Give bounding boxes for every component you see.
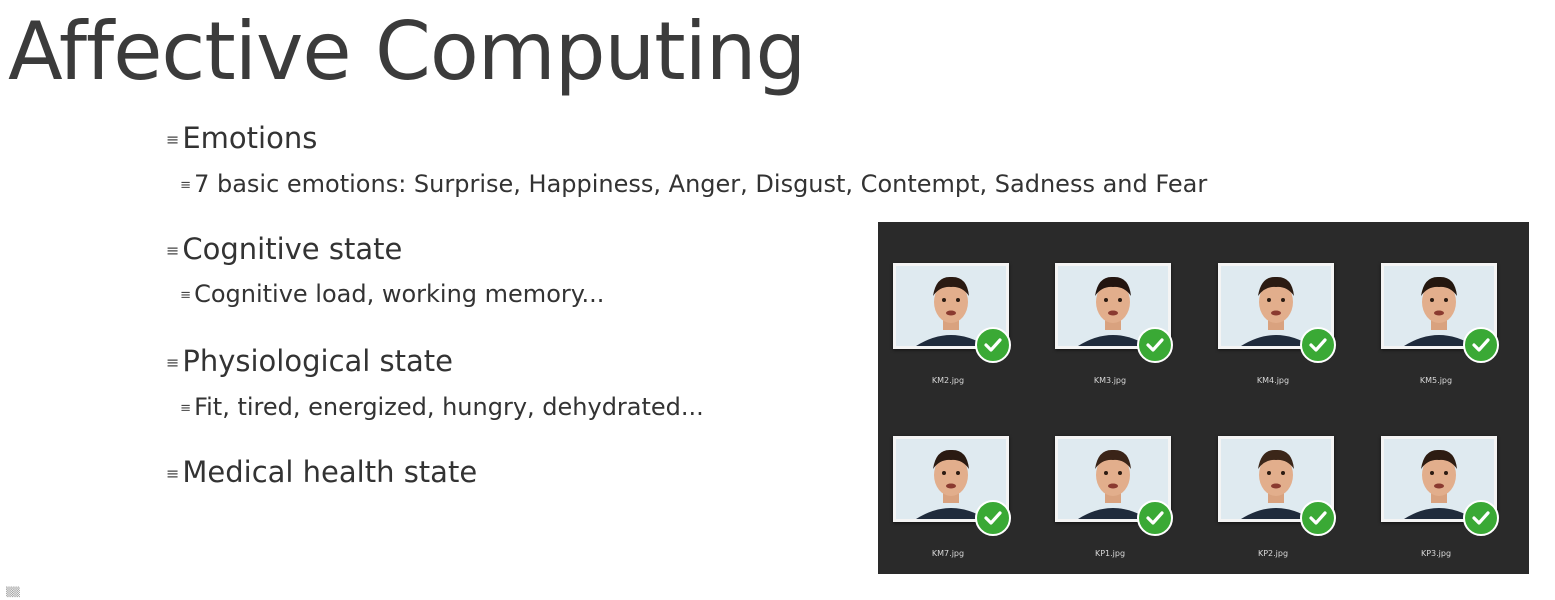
bullet-marker-icon: ≡ [166,129,180,149]
gallery-tile[interactable]: KM5.jpg [1366,222,1526,385]
gallery-tile[interactable]: KP1.jpg [1040,395,1200,558]
checkmark-icon [1463,327,1499,363]
file-name-label: KP2.jpg [1257,549,1289,558]
checkmark-icon [975,500,1011,536]
bullet-list: ≡ Emotions ≡ 7 basic emotions: Surprise, H… [0,0,1207,600]
bullet-label: Physiological state [182,344,454,378]
bullet-marker-icon: ≡ [180,288,192,304]
bullet-marker-icon: ≡ [166,240,180,260]
file-name-label: KM4.jpg [1256,376,1290,385]
file-name-label: KP3.jpg [1420,549,1452,558]
gallery-tile[interactable]: KP3.jpg [1366,395,1526,558]
gallery-tile[interactable]: KM3.jpg [1040,222,1200,385]
bullet-marker-icon: ≡ [180,401,192,417]
bullet-label: Emotions [182,121,318,155]
bullet-marker-icon: ≡ [166,463,180,483]
checkmark-icon [975,327,1011,363]
file-name-label: KM7.jpg [931,549,965,558]
sub-bullet-text: 7 basic emotions: Surprise, Happiness, A… [194,170,1208,198]
checkmark-icon [1137,327,1173,363]
sub-bullet-text: Fit, tired, energized, hungry, dehydrate… [194,393,704,421]
sub-bullet-physiological: ≡ Fit, tired, energized, hungry, dehydrat… [180,392,704,424]
gallery-tile[interactable]: KM4.jpg [1203,222,1363,385]
footer-mark: ▒▒ [6,588,20,598]
checkmark-icon [1137,500,1173,536]
sub-bullet-emotions: ≡ 7 basic emotions: Surprise, Happiness, … [180,169,1207,201]
checkmark-icon [1300,327,1336,363]
gallery-tile[interactable]: KM2.jpg [878,222,1038,385]
file-name-label: KM5.jpg [1419,376,1453,385]
bullet-label: Medical health state [182,455,478,489]
bullet-emotions: ≡ Emotions [166,120,317,158]
checkmark-icon [1463,500,1499,536]
face-image-gallery: KM2.jpg KM3.jpg KM4.jpg KM5.jpg KM7.jpg KP1.j… [878,222,1529,574]
bullet-cognitive-state: ≡ Cognitive state [166,231,402,269]
sub-bullet-cognitive: ≡ Cognitive load, working memory... [180,279,604,311]
gallery-tile[interactable]: KM7.jpg [878,395,1038,558]
file-name-label: KP1.jpg [1094,549,1126,558]
bullet-physiological-state: ≡ Physiological state [166,343,453,381]
bullet-medical-health-state: ≡ Medical health state [166,454,477,492]
bullet-label: Cognitive state [182,232,403,266]
gallery-tile[interactable]: KP2.jpg [1203,395,1363,558]
checkmark-icon [1300,500,1336,536]
sub-bullet-text: Cognitive load, working memory... [194,280,605,308]
file-name-label: KM2.jpg [931,376,965,385]
file-name-label: KM3.jpg [1093,376,1127,385]
bullet-marker-icon: ≡ [180,178,192,194]
bullet-marker-icon: ≡ [166,352,180,372]
